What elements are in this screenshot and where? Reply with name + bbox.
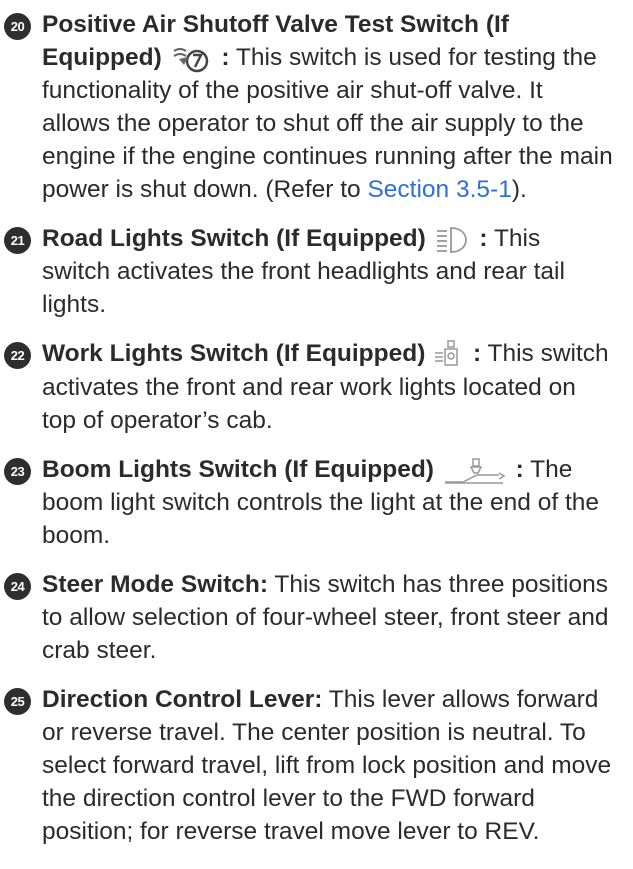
item-term-colon: : <box>214 44 230 71</box>
item-text: Steer Mode Switch: This switch has three… <box>42 568 615 667</box>
boom-light-icon <box>443 455 507 485</box>
item-term: Road Lights Switch (If Equipped) <box>42 225 426 252</box>
item-term: Steer Mode Switch: <box>42 570 268 598</box>
item-number-badge: 23 <box>4 457 31 485</box>
item-term: Work Lights Switch (If Equipped) <box>42 340 426 367</box>
list-item: 24 Steer Mode Switch: This switch has th… <box>4 568 615 667</box>
list-item: 22 Work Lights Switch (If Equipped) : Th… <box>4 337 615 437</box>
item-text: Boom Lights Switch (If Equipped) : The b… <box>42 453 615 552</box>
item-term-colon: : <box>466 340 482 367</box>
list-item: 20 Positive Air Shutoff Valve Test Switc… <box>4 8 615 206</box>
item-term: Boom Lights Switch (If Equipped) <box>42 455 434 483</box>
list-item: 23 Boom Lights Switch (If Equipped) : Th… <box>4 453 615 552</box>
item-text: Positive Air Shutoff Valve Test Switch (… <box>42 8 615 206</box>
item-term-colon: : <box>472 225 488 252</box>
air-shutoff-valve-icon <box>171 45 213 73</box>
item-term: Direction Control Lever: <box>42 685 323 713</box>
item-term-colon: : <box>508 455 524 483</box>
item-number-badge: 25 <box>4 687 31 715</box>
item-text: Road Lights Switch (If Equipped) : This … <box>42 222 615 321</box>
list-item: 21 Road Lights Switch (If Equipped) : Th… <box>4 222 615 321</box>
item-number-badge: 20 <box>4 13 31 40</box>
item-number-badge: 24 <box>4 572 31 600</box>
item-text: Direction Control Lever: This lever allo… <box>42 683 615 848</box>
item-body-end: ). <box>511 176 527 203</box>
item-text: Work Lights Switch (If Equipped) : This … <box>42 337 615 437</box>
work-light-icon <box>434 339 464 371</box>
section-link[interactable]: Section 3.5-1 <box>367 176 511 203</box>
item-number-badge: 21 <box>4 227 31 254</box>
manual-page: 20 Positive Air Shutoff Valve Test Switc… <box>0 0 633 869</box>
list-item: 25 Direction Control Lever: This lever a… <box>4 683 615 848</box>
headlight-icon <box>435 226 471 254</box>
item-number-badge: 22 <box>4 342 31 369</box>
